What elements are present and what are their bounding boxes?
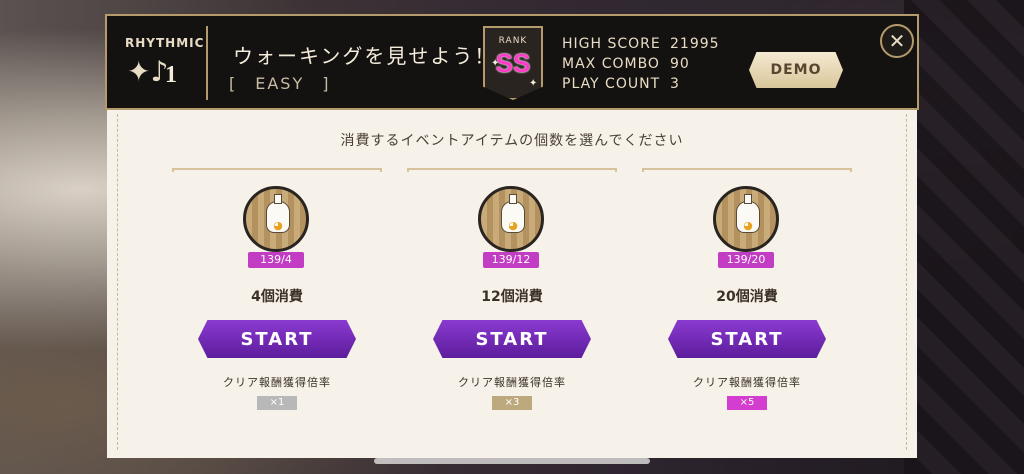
stat-max-combo: MAX COMBO 90 — [562, 54, 720, 74]
event-item-icon: ◕ — [243, 186, 309, 252]
item-count-badge: 139/20 — [718, 252, 774, 268]
reward-rate-label: クリア報酬獲得倍率 — [223, 376, 331, 389]
start-button[interactable]: START — [433, 320, 591, 358]
card-top-frame — [172, 168, 382, 172]
close-icon: ✕ — [888, 29, 906, 53]
reward-rate-label: クリア報酬獲得倍率 — [693, 376, 801, 389]
start-button[interactable]: START — [668, 320, 826, 358]
item-count-badge: 139/12 — [483, 252, 539, 268]
start-button[interactable]: START — [198, 320, 356, 358]
multiplier-badge: ×5 — [727, 396, 767, 410]
stat-value: 21995 — [670, 36, 720, 52]
item-count-badge: 139/4 — [248, 252, 304, 268]
song-title: ウォーキングを見せよう！ — [233, 44, 497, 68]
option-card-3: ◕ 139/20 20個消費 START クリア報酬獲得倍率 ×5 — [642, 168, 852, 434]
event-item-icon: ◕ — [478, 186, 544, 252]
home-indicator[interactable] — [374, 458, 650, 464]
music-note-icon: ✦♪ — [127, 55, 169, 88]
consume-label: 12個消費 — [481, 289, 543, 305]
sparkle-icon: ✦ — [491, 58, 500, 69]
sparkle-icon: ✦ — [529, 78, 538, 89]
mode-label: RHYTHMIC — [125, 36, 205, 50]
potion-icon: ◕ — [266, 194, 290, 233]
card-top-frame — [642, 168, 852, 172]
header-divider — [206, 26, 208, 100]
potion-icon: ◕ — [501, 194, 525, 233]
rank-badge: RANK SS ✦ ✦ — [483, 26, 543, 100]
event-item-icon: ◕ — [713, 186, 779, 252]
difficulty-label: [ EASY ] — [229, 74, 331, 93]
stat-label: PLAY COUNT — [562, 76, 661, 92]
stat-value: 3 — [670, 76, 680, 92]
close-button[interactable]: ✕ — [880, 24, 914, 58]
option-card-2: ◕ 139/12 12個消費 START クリア報酬獲得倍率 ×3 — [407, 168, 617, 434]
stat-label: HIGH SCORE — [562, 36, 661, 52]
rank-label: RANK — [498, 36, 528, 46]
multiplier-badge: ×3 — [492, 396, 532, 410]
item-selection-panel: 消費するイベントアイテムの個数を選んでください ◕ 139/4 4個消費 STA… — [107, 110, 917, 458]
song-info-header: RHYTHMIC ✦♪ 1 ウォーキングを見せよう！ [ EASY ] RANK… — [105, 14, 919, 110]
multiplier-badge: ×1 — [257, 396, 297, 410]
card-top-frame — [407, 168, 617, 172]
consume-label: 4個消費 — [251, 289, 303, 305]
score-stats: HIGH SCORE 21995 MAX COMBO 90 PLAY COUNT… — [562, 34, 720, 94]
background-pattern — [904, 0, 1024, 474]
reward-rate-label: クリア報酬獲得倍率 — [458, 376, 566, 389]
potion-icon: ◕ — [736, 194, 760, 233]
option-card-1: ◕ 139/4 4個消費 START クリア報酬獲得倍率 ×1 — [172, 168, 382, 434]
stat-value: 90 — [670, 56, 690, 72]
song-number: 1 — [165, 62, 177, 88]
stat-label: MAX COMBO — [562, 56, 660, 72]
consume-label: 20個消費 — [716, 289, 778, 305]
stat-play-count: PLAY COUNT 3 — [562, 74, 720, 94]
stat-high-score: HIGH SCORE 21995 — [562, 34, 720, 54]
demo-button[interactable]: DEMO — [749, 52, 843, 88]
instruction-text: 消費するイベントアイテムの個数を選んでください — [340, 133, 684, 149]
